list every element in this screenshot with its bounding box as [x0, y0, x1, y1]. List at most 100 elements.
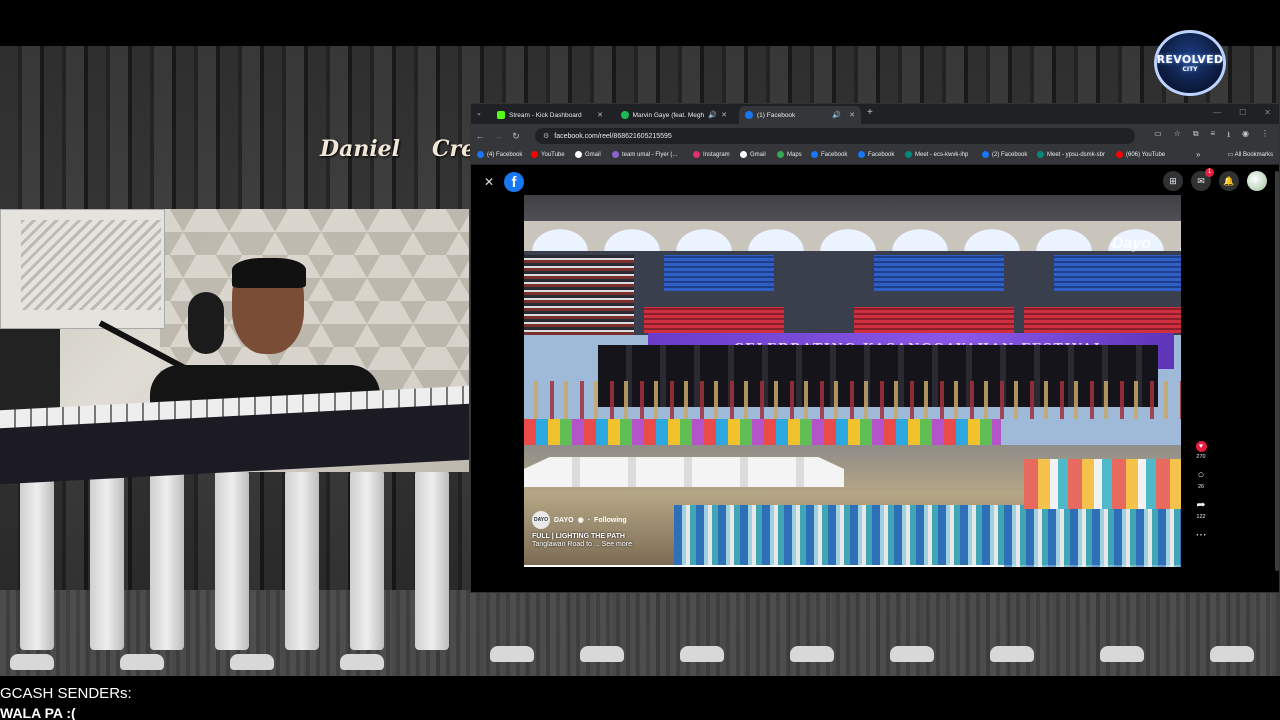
tab-label: Stream - Kick Dashboard — [509, 111, 582, 119]
download-icon[interactable]: ⭳ — [1227, 129, 1230, 143]
facebook-icon — [477, 151, 484, 158]
overlay-name-1: Daniel — [320, 136, 401, 162]
notification-badge: 1 — [1205, 168, 1214, 177]
like-icon[interactable]: ♥ — [1195, 441, 1207, 452]
forward-icon[interactable]: → — [489, 131, 507, 141]
stream-screen: Daniel Cree REVOLVED CITY ⌄ Stream - Kic… — [0, 0, 1280, 720]
bookmark-item[interactable]: (606) YouTube — [1116, 151, 1165, 158]
browser-toolbar: ← → ↻ ⚙ facebook.com/reel/86862160521559… — [471, 124, 1279, 148]
tab-search-icon[interactable]: ⌄ — [476, 109, 482, 117]
verified-icon: ◉ — [577, 517, 584, 524]
address-bar[interactable]: ⚙ facebook.com/reel/868621605215595 — [535, 128, 1135, 144]
facebook-reel-viewer: ✕ f ⊞ ✉1 🔔 CELEBRATING KASANGGA — [471, 165, 1279, 592]
tab-spotify[interactable]: Marvin Gaye (feat. Meghan 🔊 ✕ — [615, 106, 733, 124]
meet-icon — [1037, 151, 1044, 158]
bookmark-label: Instagram — [703, 151, 730, 158]
mosaic-wall — [524, 419, 1001, 445]
reel-info: DAYO DAYO ◉ · Following FULL | LIGHTING … — [532, 511, 632, 548]
close-window-icon[interactable]: ✕ — [1264, 108, 1271, 117]
blue-seats — [874, 255, 1004, 291]
tab-kick-dashboard[interactable]: Stream - Kick Dashboard ✕ — [491, 106, 609, 124]
comment-icon[interactable]: ○ — [1198, 469, 1205, 482]
bookmark-item[interactable]: (2) Facebook — [982, 151, 1027, 158]
browser-window: ⌄ Stream - Kick Dashboard ✕ Marvin Gaye … — [470, 103, 1280, 593]
close-reel-icon[interactable]: ✕ — [480, 173, 498, 191]
bookmark-item[interactable]: (4) Facebook — [477, 151, 522, 158]
audience — [674, 505, 1181, 567]
all-bookmarks-label: All Bookmarks — [1234, 152, 1273, 158]
red-seats — [854, 307, 1014, 333]
reel-caption[interactable]: Tanglawan Road to ... See more — [532, 541, 632, 548]
share-icon[interactable]: ➦ — [1196, 499, 1205, 512]
close-tab-icon[interactable]: ✕ — [849, 111, 855, 119]
meet-icon — [905, 151, 912, 158]
more-options-icon[interactable]: ⋯ — [1196, 529, 1207, 542]
bookmark-item[interactable]: Gmail — [740, 151, 766, 158]
bookmark-label: (4) Facebook — [487, 151, 523, 158]
bookmark-item[interactable]: Gmail — [575, 151, 601, 158]
more-bookmarks-icon[interactable]: » — [1196, 150, 1200, 159]
menu-grid-icon[interactable]: ⊞ — [1163, 171, 1183, 191]
maximize-icon[interactable]: ☐ — [1239, 108, 1246, 117]
site-info-icon[interactable]: ⚙ — [543, 132, 549, 140]
youtube-icon — [531, 151, 538, 158]
bookmark-label: Meet - ecs-kwvk-ihp — [915, 151, 969, 158]
bookmark-label: Gmail — [585, 151, 601, 158]
bookmark-label: (606) YouTube — [1126, 151, 1166, 158]
background-dancers-right — [470, 592, 1280, 662]
bookmark-item[interactable]: team umal - Flyer (... — [612, 151, 677, 158]
reel-video[interactable]: CELEBRATING KASANGGAYAHAN FESTIVAL Dayo … — [524, 195, 1181, 567]
close-tab-icon[interactable]: ✕ — [721, 111, 727, 119]
bookmark-item[interactable]: Maps — [777, 151, 802, 158]
dot-separator: · — [587, 516, 591, 524]
reel-actions: ♥ 270 ○ 26 ➦ 122 ⋯ — [1193, 441, 1209, 542]
canva-icon — [612, 151, 619, 158]
back-icon[interactable]: ← — [471, 131, 489, 141]
profile-icon[interactable]: ◉ — [1242, 129, 1249, 143]
bookmark-item[interactable]: Instagram — [693, 151, 730, 158]
follow-status[interactable]: Following — [594, 517, 627, 524]
reel-title: FULL | LIGHTING THE PATH — [532, 533, 625, 540]
tab-facebook[interactable]: (1) Facebook 🔊 ✕ — [739, 106, 861, 124]
bookmark-label: team umal - Flyer (... — [622, 151, 678, 158]
background-dancers — [0, 470, 470, 670]
reading-list-icon[interactable]: ≡ — [1211, 129, 1216, 143]
new-tab-icon[interactable]: + — [867, 107, 873, 118]
scrollbar[interactable] — [1275, 171, 1279, 571]
streamer-hair — [232, 258, 306, 288]
menu-icon[interactable]: ⋮ — [1261, 129, 1269, 143]
logo-text-1: REVOLVED — [1156, 53, 1224, 66]
bookmark-label: (2) Facebook — [992, 151, 1028, 158]
url-text: facebook.com/reel/868621605215595 — [554, 132, 672, 140]
bookmark-item[interactable]: YouTube — [531, 151, 565, 158]
bookmark-item[interactable]: Facebook — [858, 151, 894, 158]
author-avatar[interactable]: DAYO — [532, 511, 550, 529]
all-bookmarks-button[interactable]: ▭ All Bookmarks — [1228, 151, 1273, 158]
bookmark-label: Meet - ypsu-dsmk-sbr — [1047, 151, 1106, 158]
cast-icon[interactable]: ▭ — [1154, 129, 1162, 143]
bookmark-item[interactable]: Facebook — [811, 151, 847, 158]
author-name[interactable]: DAYO — [554, 517, 574, 524]
minimize-icon[interactable]: — — [1213, 108, 1221, 117]
reload-icon[interactable]: ↻ — [507, 131, 525, 142]
signs — [1024, 459, 1181, 509]
close-tab-icon[interactable]: ✕ — [597, 111, 603, 119]
bookmark-item[interactable]: Meet - ypsu-dsmk-sbr — [1037, 151, 1105, 158]
notifications-icon[interactable]: 🔔 — [1219, 171, 1239, 191]
bookmark-item[interactable]: Meet - ecs-kwvk-ihp — [905, 151, 968, 158]
extensions-icon[interactable]: ⧉ — [1193, 129, 1199, 143]
facebook-logo-icon[interactable]: f — [504, 172, 524, 192]
google-icon — [740, 151, 747, 158]
kick-icon — [497, 111, 505, 119]
bookmark-star-icon[interactable]: ☆ — [1174, 129, 1181, 143]
youtube-icon — [1116, 151, 1123, 158]
avatar[interactable] — [1247, 171, 1267, 191]
messenger-icon[interactable]: ✉ 1 — [1191, 168, 1214, 191]
microphone — [188, 292, 224, 354]
share-count: 122 — [1196, 514, 1206, 520]
speaker-icon[interactable]: 🔊 — [832, 111, 841, 119]
video-progress[interactable] — [524, 565, 1181, 567]
facebook-icon — [982, 151, 989, 158]
speaker-icon[interactable]: 🔊 — [708, 111, 717, 119]
facebook-icon — [811, 151, 818, 158]
